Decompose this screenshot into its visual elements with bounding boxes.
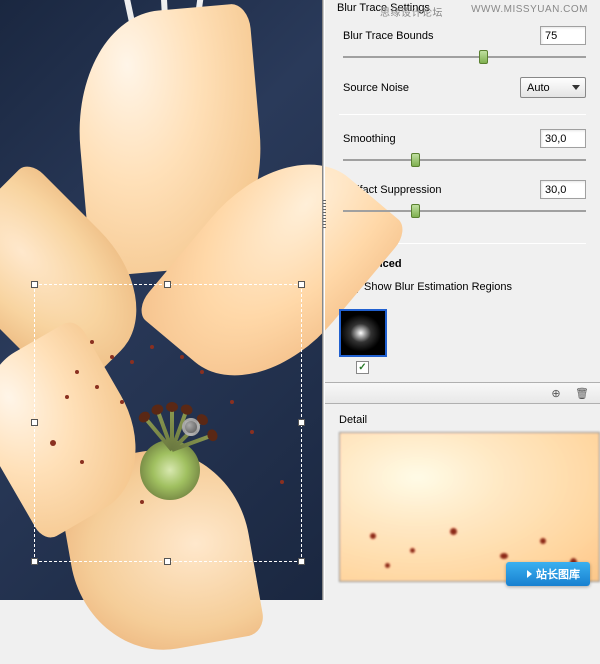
delete-region-button[interactable]: 🗑 — [572, 385, 592, 401]
add-region-button[interactable]: ⊕ — [546, 385, 566, 401]
watermark-text: 思缘设计论坛 — [380, 4, 443, 19]
resize-handle[interactable] — [164, 281, 171, 288]
selection-marquee[interactable] — [34, 284, 302, 562]
show-regions-label: Show Blur Estimation Regions — [364, 281, 512, 293]
chevron-down-icon — [572, 85, 580, 90]
artifact-input[interactable] — [540, 180, 586, 199]
region-checkbox[interactable]: ✓ — [356, 361, 369, 374]
center-pin-icon[interactable] — [182, 418, 200, 436]
smoothing-label: Smoothing — [343, 133, 396, 145]
resize-handle[interactable] — [298, 281, 305, 288]
resize-handle[interactable] — [31, 558, 38, 565]
resize-handle[interactable] — [31, 419, 38, 426]
badge-text: 站长图库 — [536, 566, 580, 582]
smoothing-input[interactable] — [540, 129, 586, 148]
resize-handle[interactable] — [298, 558, 305, 565]
region-thumbnail[interactable] — [339, 309, 387, 357]
panel-divider[interactable] — [322, 0, 325, 600]
trash-icon: 🗑 — [575, 387, 589, 400]
bounds-label: Blur Trace Bounds — [343, 30, 434, 42]
site-badge: 站长图库 — [506, 562, 590, 586]
bounds-input[interactable] — [540, 26, 586, 45]
detail-title: Detail — [325, 404, 600, 432]
noise-dropdown[interactable]: Auto — [520, 77, 586, 98]
settings-panel: 思缘设计论坛 WWW.MISSYUAN.COM Blur Trace Setti… — [325, 0, 600, 600]
watermark-text: WWW.MISSYUAN.COM — [471, 4, 588, 15]
region-toolbar: ⊕ 🗑 — [325, 382, 600, 404]
detail-preview[interactable] — [339, 432, 600, 582]
resize-handle[interactable] — [298, 419, 305, 426]
bounds-slider[interactable] — [343, 49, 586, 65]
resize-handle[interactable] — [31, 281, 38, 288]
separator — [339, 114, 586, 115]
noise-label: Source Noise — [343, 82, 409, 94]
artifact-slider[interactable] — [343, 203, 586, 219]
image-canvas[interactable] — [0, 0, 322, 600]
smoothing-slider[interactable] — [343, 152, 586, 168]
resize-handle[interactable] — [164, 558, 171, 565]
noise-value: Auto — [527, 82, 550, 94]
plus-icon: ⊕ — [551, 387, 560, 400]
